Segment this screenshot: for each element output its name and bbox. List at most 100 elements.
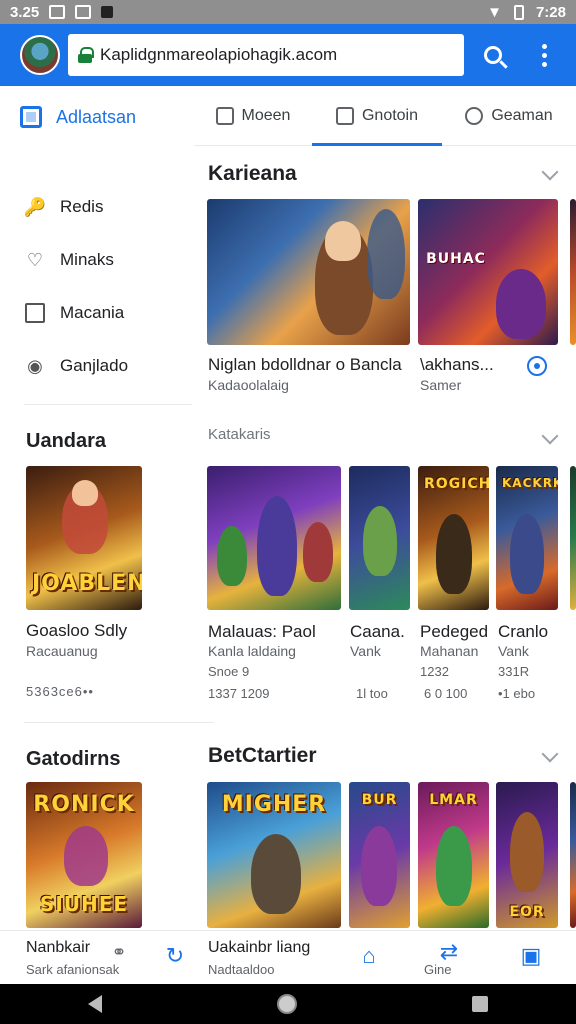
avatar[interactable] [20,35,60,75]
cover-title: MIGHER [221,792,327,817]
lock-icon: ◉ [27,355,43,376]
card-meta: 6 0 100 [424,686,468,701]
tab-label: Moeen [241,106,291,124]
card-meta: 1232 [420,664,449,679]
cover-title: KACKRK [502,476,558,490]
link-icon[interactable]: ⚭ [106,939,132,965]
heart-icon: ♡ [26,249,44,270]
sidebar-item-redis[interactable]: 🔑 Redis [24,196,104,218]
cover-title: BUHAC [426,251,486,267]
box-icon [24,302,46,324]
status-time-left: 3.25 [10,3,40,21]
browser-toolbar: Kaplidgnmareolapiohagik.acom [0,24,576,86]
sidebar-section-heading: Uandara [26,430,107,452]
home-button-icon[interactable] [276,994,297,1014]
game-cover[interactable]: KACKRK [496,466,558,610]
sidebar-item-label: Macania [60,303,125,322]
game-cover[interactable]: MIGHER [207,782,341,928]
section-title: BetCtartier [208,744,317,767]
card-subtitle: Kanla laldaing [208,643,296,659]
bottom-left-title[interactable]: Nanbkair [26,939,90,957]
status-bar: 3.25 ▼ 7:28 [0,0,576,24]
card-title[interactable]: Pedeged [420,622,492,642]
sidebar-item-label: Redis [60,197,104,216]
tab-label: Gnotoin [361,106,419,124]
game-subtitle: Racauanug [26,643,98,659]
system-nav-bar [0,984,576,1024]
game-cover[interactable] [207,199,410,345]
search-icon [484,46,503,64]
card-title[interactable]: Caana. [350,622,414,642]
game-cover[interactable] [349,466,410,610]
game-cover[interactable]: ROGICH [418,466,489,610]
tabs-icon[interactable]: ▣ [518,943,544,969]
sidebar-item-label: Ganjlado [60,356,129,375]
back-icon[interactable] [87,995,102,1013]
notification-icon [49,5,66,19]
card-title[interactable]: Niglan bdolldnar o Bancla [208,355,412,375]
chevron-down-icon[interactable] [541,745,559,763]
bottom-bar: Nanbkair Sark afanionsak ⚭ ↻ Uakainbr li… [0,930,576,984]
cover-title: LMAR [429,792,478,808]
chevron-down-icon[interactable] [541,163,559,181]
game-cover[interactable] [570,782,576,928]
cover-title: ROGICH [424,476,489,492]
app-icon [101,6,114,18]
sidebar-item-active[interactable]: Adlaatsan [20,106,136,128]
game-cover[interactable]: LMAR [418,782,489,928]
game-cover[interactable]: RONICK SIUHEE [26,782,142,928]
sidebar-active-label: Adlaatsan [56,106,137,127]
game-cover[interactable]: JOABLEN [26,466,142,610]
address-bar[interactable]: Kaplidgnmareolapiohagik.acom [68,34,464,76]
divider [24,722,214,723]
tab-bar: Moeen Gnotoin Geaman [194,86,576,146]
more-vert-icon [541,43,547,67]
game-meta: 5363ce6•• [26,684,94,699]
sidebar-item-ganjlado[interactable]: ◉ Ganjlado [24,355,128,377]
tab-label: Geaman [491,106,553,124]
game-cover[interactable]: BUHAC [418,199,558,345]
search-button[interactable] [472,33,515,77]
card-subtitle: Vank [350,643,381,659]
tab-geaman[interactable]: Geaman [442,86,576,145]
tab-gnotoin[interactable]: Gnotoin [312,86,442,146]
card-subtitle: Mahanan [420,643,479,659]
game-cover[interactable]: EOR [496,782,558,928]
cover-title: JOABLEN [32,571,142,596]
chevron-down-icon[interactable] [541,427,559,445]
sidebar-item-macania[interactable]: Macania [24,302,124,324]
cover-title: EOR [509,904,545,920]
card-meta: 331R [498,664,530,679]
lock-icon [78,47,94,63]
home-icon[interactable]: ⌂ [356,943,382,969]
overflow-menu-button[interactable] [523,33,566,77]
play-button[interactable] [527,356,547,376]
sidebar-section-heading: Gatodirns [26,748,121,770]
section-title: Karieana [208,162,297,185]
image-icon [75,5,92,19]
tab-moeen[interactable]: Moeen [194,86,312,145]
card-subtitle: Samer [420,377,462,393]
refresh-icon[interactable]: ↻ [162,943,188,969]
sidebar-item-minaks[interactable]: ♡ Minaks [24,249,114,271]
card-title[interactable]: Malauas: Paol [208,622,342,642]
bottom-mid-subtitle: Nadtaaldoo [208,962,275,977]
square-icon [20,106,42,128]
recents-icon[interactable] [472,996,489,1012]
game-cover[interactable] [570,199,576,345]
sidebar-item-label: Minaks [60,250,114,269]
game-cover[interactable]: BUR [349,782,410,928]
card-meta: 1337 1209 [208,686,270,701]
divider [24,404,192,405]
bottom-mid-title[interactable]: Uakainbr liang [208,939,310,957]
game-cover[interactable] [207,466,341,610]
card-title[interactable]: Cranlo [498,622,560,642]
shopping-icon [335,106,354,125]
section-title: Katakaris [208,426,271,443]
game-cover[interactable] [570,466,576,610]
status-time-right: 7:28 [535,3,566,21]
game-title[interactable]: Goasloo Sdly [26,621,127,641]
url-text: Kaplidgnmareolapiohagik.acom [100,45,338,64]
card-title[interactable]: \akhans... [420,355,520,375]
card-subtitle: Vank [498,643,529,659]
